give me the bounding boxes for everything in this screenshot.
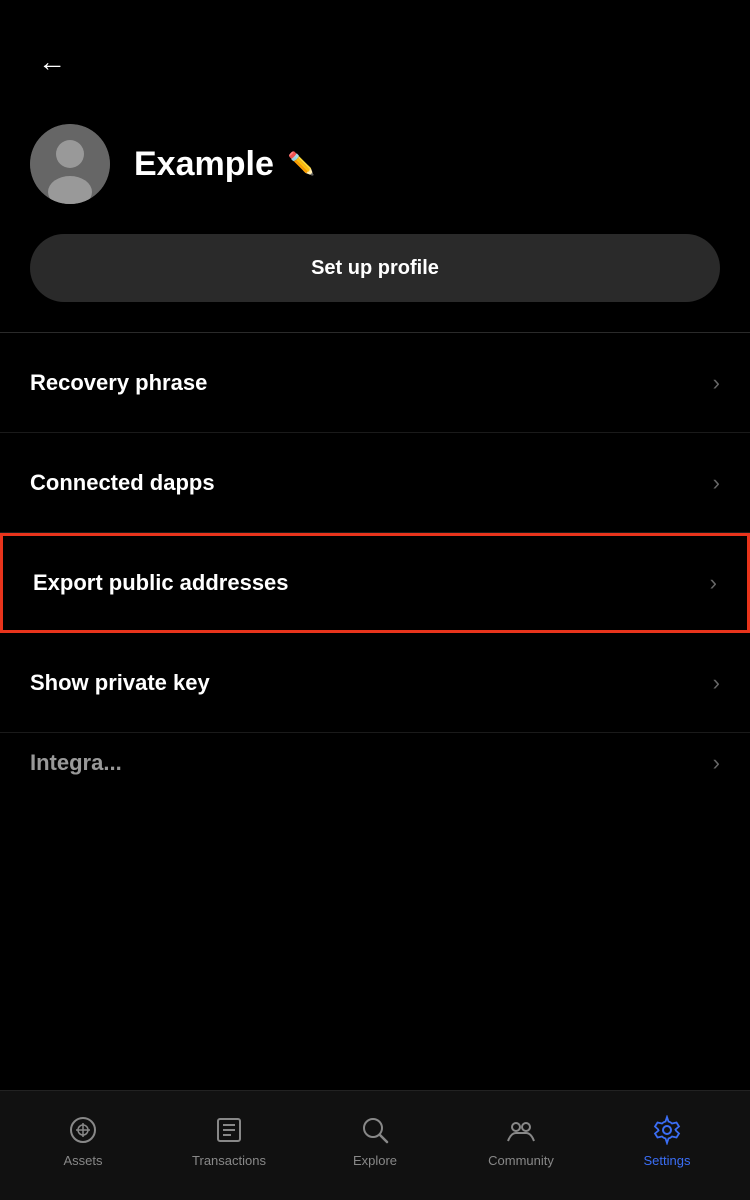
chevron-right-icon: › — [710, 570, 717, 596]
screen: ← Example ✏️ Set up profile Recov — [0, 0, 750, 1200]
chevron-right-icon: › — [713, 370, 720, 396]
explore-icon — [358, 1113, 392, 1147]
avatar-image — [30, 124, 110, 204]
community-icon — [504, 1113, 538, 1147]
avatar[interactable] — [30, 124, 110, 204]
nav-item-transactions[interactable]: Transactions — [156, 1113, 302, 1168]
menu-item-export-public-addresses[interactable]: Export public addresses › — [0, 533, 750, 633]
back-button[interactable]: ← — [30, 40, 74, 84]
bottom-nav: Assets Transactions Explor — [0, 1090, 750, 1200]
nav-item-community[interactable]: Community — [448, 1113, 594, 1168]
setup-profile-button[interactable]: Set up profile — [30, 234, 720, 302]
transactions-icon — [212, 1113, 246, 1147]
nav-item-explore[interactable]: Explore — [302, 1113, 448, 1168]
partial-item-label: Integra... — [30, 750, 122, 776]
transactions-label: Transactions — [192, 1153, 266, 1168]
assets-label: Assets — [63, 1153, 102, 1168]
explore-label: Explore — [353, 1153, 397, 1168]
menu-item-label: Export public addresses — [33, 570, 289, 596]
community-label: Community — [488, 1153, 554, 1168]
profile-name-row: Example ✏️ — [134, 145, 315, 184]
menu-item-show-private-key[interactable]: Show private key › — [0, 633, 750, 733]
back-arrow-icon: ← — [38, 46, 66, 78]
settings-icon — [650, 1113, 684, 1147]
profile-row: Example ✏️ — [30, 124, 720, 204]
profile-name: Example — [134, 145, 274, 184]
chevron-right-icon: › — [713, 750, 720, 776]
settings-label: Settings — [644, 1153, 691, 1168]
menu-item-partial[interactable]: Integra... › — [0, 733, 750, 793]
edit-icon[interactable]: ✏️ — [288, 151, 315, 177]
menu-item-connected-dapps[interactable]: Connected dapps › — [0, 433, 750, 533]
chevron-right-icon: › — [713, 670, 720, 696]
menu-item-recovery-phrase[interactable]: Recovery phrase › — [0, 333, 750, 433]
profile-section: Example ✏️ Set up profile — [0, 104, 750, 332]
nav-item-assets[interactable]: Assets — [10, 1113, 156, 1168]
assets-icon — [66, 1113, 100, 1147]
nav-item-settings[interactable]: Settings — [594, 1113, 740, 1168]
menu-item-label: Recovery phrase — [30, 370, 207, 396]
menu-item-label: Show private key — [30, 670, 210, 696]
menu-item-label: Connected dapps — [30, 470, 215, 496]
header: ← — [0, 0, 750, 104]
menu-list: Recovery phrase › Connected dapps › Expo… — [0, 333, 750, 1090]
chevron-right-icon: › — [713, 470, 720, 496]
